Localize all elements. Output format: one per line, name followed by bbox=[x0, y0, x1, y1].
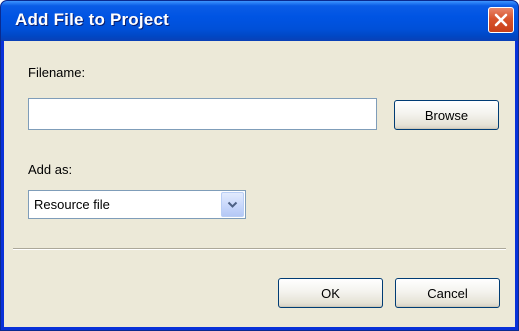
dropdown-button[interactable] bbox=[221, 192, 244, 217]
divider bbox=[13, 248, 506, 250]
close-icon bbox=[494, 13, 508, 27]
title-bar[interactable]: Add File to Project bbox=[1, 1, 518, 41]
filename-field[interactable] bbox=[28, 98, 377, 130]
ok-button-label: OK bbox=[321, 285, 340, 301]
dialog-window: Add File to Project Filename: Browse Add… bbox=[0, 0, 519, 331]
close-button[interactable] bbox=[488, 7, 514, 33]
cancel-button[interactable]: Cancel bbox=[395, 278, 500, 308]
filename-label: Filename: bbox=[28, 65, 86, 80]
browse-button-label: Browse bbox=[424, 107, 469, 123]
ok-button[interactable]: OK bbox=[278, 278, 383, 308]
add-as-label: Add as: bbox=[28, 162, 73, 177]
add-as-dropdown[interactable]: Resource file bbox=[28, 190, 246, 219]
chevron-down-icon bbox=[227, 201, 238, 208]
add-as-selected-value: Resource file bbox=[34, 197, 110, 212]
dialog-title: Add File to Project bbox=[15, 10, 169, 29]
dialog-body: Filename: Browse Add as: Resource file O… bbox=[4, 41, 515, 327]
cancel-button-label: Cancel bbox=[427, 285, 468, 301]
browse-button[interactable]: Browse bbox=[394, 100, 499, 130]
